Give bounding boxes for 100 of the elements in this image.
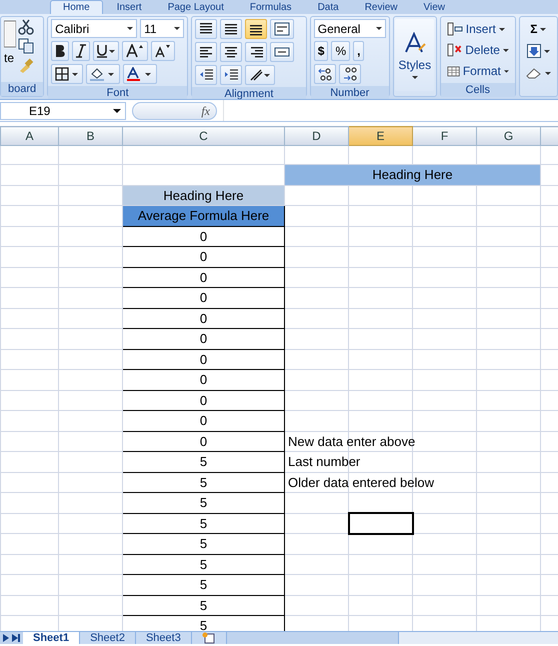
number-format-field[interactable]: General [314,19,386,38]
last-sheet-icon [12,634,20,642]
table-cell: 0 [122,288,284,308]
ribbon-tab[interactable]: Page Layout [156,0,236,14]
table-cell: 0 [122,267,284,288]
paste-label[interactable]: te [4,49,16,67]
table-cell: 5 [122,472,284,492]
table-cell: 0 [122,226,284,246]
table-cell: Heading Here [284,164,540,185]
bold-icon [55,44,66,58]
copy-icon [18,38,34,54]
column-header[interactable]: F [412,126,476,146]
grow-font-button[interactable] [122,41,148,61]
column-header[interactable]: G [476,126,540,146]
increase-indent-button[interactable] [220,65,242,85]
caret-icon [544,50,550,52]
align-center-button[interactable] [220,42,242,62]
group-label: Alignment [192,87,306,99]
italic-icon [76,44,86,58]
insert-function-button[interactable]: fx [132,102,217,120]
group-label: Number [310,86,389,99]
font-color-icon [127,67,154,81]
group-label: Cells [440,83,515,97]
sheet-tab[interactable]: Sheet3 [136,632,192,644]
merge-cells-button[interactable] [270,42,294,62]
group-label: board [1,82,44,96]
shrink-font-button[interactable] [151,41,176,61]
ribbon-tab[interactable]: View [411,0,457,14]
cells-menu-button[interactable]: Insert [444,19,512,39]
selected-cell[interactable] [348,513,412,534]
ribbon-tab[interactable]: Data [306,0,351,14]
format-icon [446,64,460,78]
autosum-button[interactable]: Σ [522,19,554,39]
name-box[interactable]: E19 [0,102,126,120]
caret-icon [502,48,509,52]
column-header[interactable]: A [0,126,58,146]
table-cell: Average Formula Here [122,206,284,226]
table-cell: 0 [122,308,284,328]
bottom-align-button[interactable] [245,19,268,39]
underline-button[interactable] [93,41,120,61]
insert-icon [446,22,463,36]
italic-button[interactable] [72,41,90,61]
orientation-button[interactable] [245,65,276,85]
scissors-icon [18,19,34,35]
bold-button[interactable] [51,41,70,61]
delete-icon [446,43,462,57]
wrap-text-button[interactable] [270,19,294,39]
align-left-button[interactable] [195,42,218,62]
ribbon-tab[interactable]: Formulas [238,0,304,14]
next-sheet-icon [3,634,9,642]
styles-icon [402,32,427,54]
table-cell: 0 [122,246,284,267]
percent-button[interactable]: % [331,41,350,61]
insert-sheet-button[interactable] [192,632,227,644]
font-color-button[interactable] [123,64,158,84]
currency-button[interactable]: $ [314,41,328,61]
cells-menu-button[interactable]: Format [444,61,512,81]
shrink-font-icon [155,44,172,58]
paintbrush-icon [18,57,34,73]
column-header[interactable]: B [58,126,122,146]
ribbon-tab[interactable]: Home [50,0,103,14]
caret-icon [113,108,121,112]
styles-button[interactable]: Styles [395,19,434,91]
decrease-indent-button[interactable] [195,65,218,85]
caret-icon [127,27,134,30]
align-right-button[interactable] [245,42,268,62]
align-left-icon [199,45,214,59]
cell-text: New data enter above [288,432,416,450]
table-cell: 5 [122,554,284,574]
down-arrow-icon [526,44,541,58]
group-label: Font [48,86,188,99]
top-align-button[interactable] [195,19,218,39]
cells-menu-button[interactable]: Delete [444,40,512,60]
caret-icon [174,27,180,30]
borders-button[interactable] [51,64,84,84]
decrease-decimal-button[interactable] [338,64,361,84]
increase-decimal-button[interactable] [314,64,336,84]
middle-align-button[interactable] [220,19,242,39]
column-header[interactable]: D [284,126,348,146]
font-name-field[interactable]: Calibri [51,19,138,38]
middle-align-icon [224,22,238,36]
horizontal-scrollbar[interactable] [398,632,558,644]
ribbon-tab[interactable]: Review [352,0,410,14]
orientation-icon [249,68,272,82]
cell-text: Last number [288,453,360,471]
wrap-text-icon [274,22,290,36]
sheet-tab[interactable]: Sheet2 [80,632,136,644]
table-cell: 5 [122,595,284,616]
ribbon-tab[interactable]: Insert [104,0,154,14]
grow-font-icon [126,44,144,58]
eraser-icon [526,67,542,79]
cell-text: Older data entered below [288,474,434,492]
font-size-field[interactable]: 11 [140,19,184,38]
sheet-tab[interactable]: Sheet1 [23,632,80,644]
column-header[interactable]: C [122,126,284,146]
comma-button[interactable]: , [353,41,364,61]
fill-color-button[interactable] [86,64,120,84]
column-header[interactable]: E [348,126,412,146]
table-cell: 0 [122,349,284,370]
caret-icon [412,76,418,78]
